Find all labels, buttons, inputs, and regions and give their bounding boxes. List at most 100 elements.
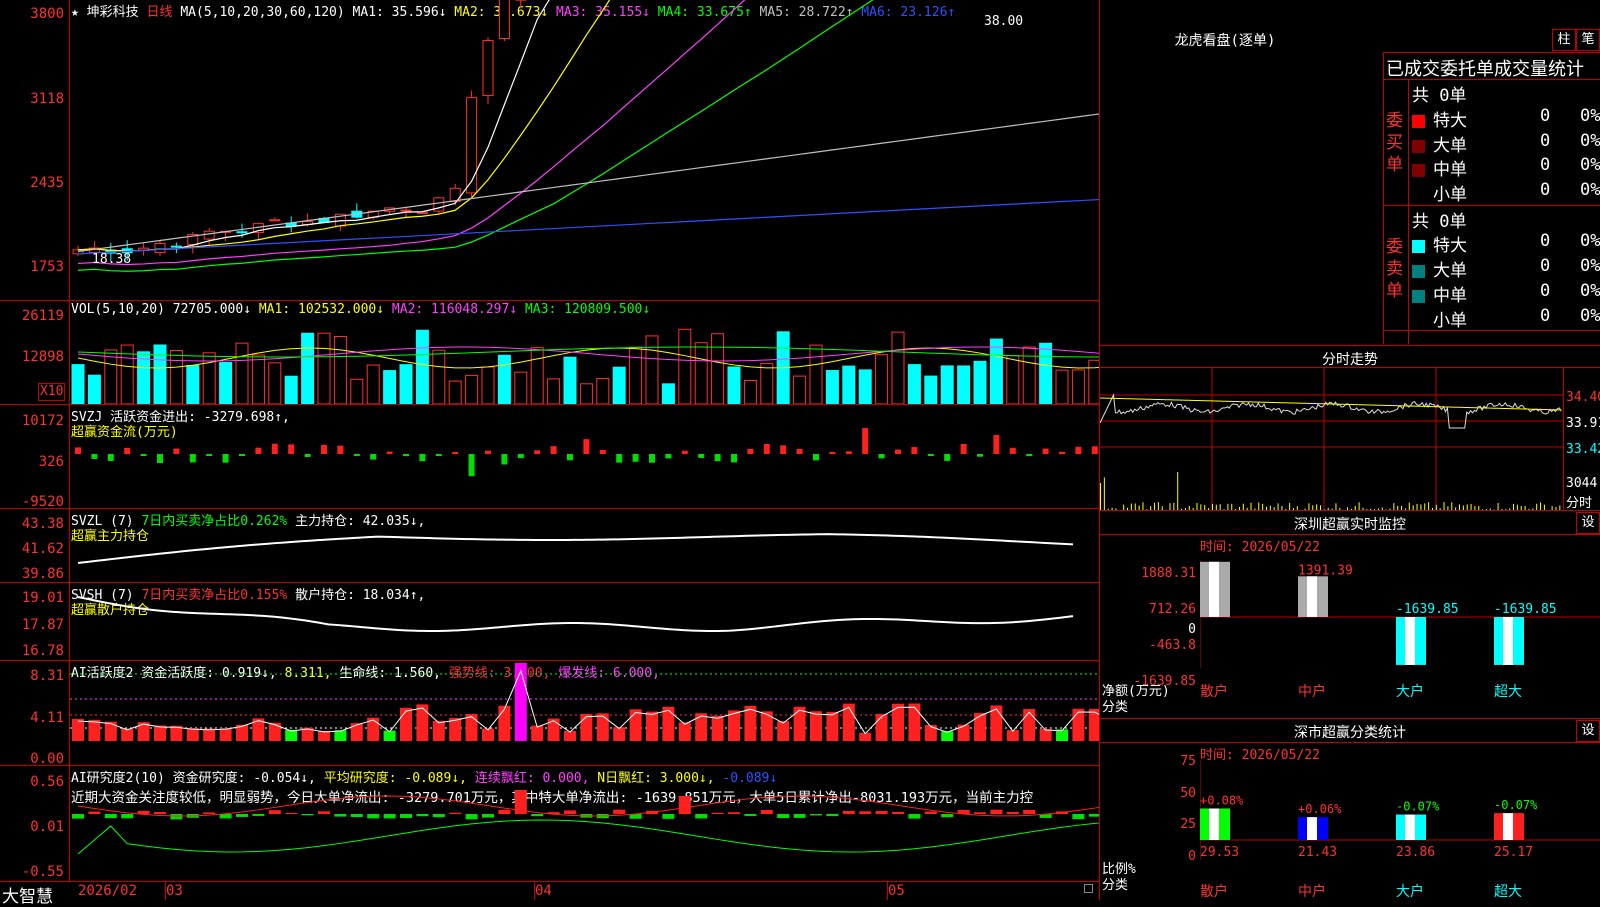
volume-bar xyxy=(679,329,691,404)
intraday-title: 分时走势 xyxy=(1100,349,1600,369)
activity-bar xyxy=(203,729,215,741)
volume-bar xyxy=(236,343,248,404)
intraday-vol-bar xyxy=(1104,477,1105,510)
research-bar xyxy=(220,814,232,818)
lock-icon[interactable] xyxy=(1084,884,1093,893)
volume-bar xyxy=(908,365,920,404)
ai-research-chart[interactable] xyxy=(70,766,1099,881)
settings-button[interactable]: 设 xyxy=(1576,512,1600,534)
flow-bar xyxy=(141,454,147,456)
research-bar xyxy=(285,813,297,814)
activity-bar xyxy=(531,726,543,741)
vol-ma3: MA3: 120809.500↓ xyxy=(525,302,650,317)
intraday-vol-bar xyxy=(1251,503,1252,510)
category-label: 超大 xyxy=(1494,884,1522,900)
flow-bar xyxy=(600,450,606,454)
research-bar xyxy=(351,814,363,817)
flow-bar xyxy=(288,444,294,454)
buy-total: 共 0单 xyxy=(1412,81,1466,106)
svsh-axis-label: 19.01 xyxy=(2,590,64,606)
research-bar xyxy=(892,812,904,814)
flow-bar xyxy=(452,452,458,454)
vol-ma2: MA2: 116048.297↓ xyxy=(392,302,517,317)
intraday-vol-unit: 分时 xyxy=(1566,492,1592,511)
flow-bar xyxy=(813,454,819,460)
sz-class-chart[interactable]: 29.53+0.08%散户21.43+0.06%中户23.86-0.07%大户2… xyxy=(1200,760,1600,900)
volume-bar xyxy=(974,361,986,404)
bar-1 xyxy=(1298,576,1328,617)
settings-button[interactable]: 设 xyxy=(1576,720,1600,742)
bar-value-label: 23.86 xyxy=(1396,845,1435,860)
bar-2 xyxy=(1396,617,1426,665)
flow-bar xyxy=(944,454,950,461)
flow-bar xyxy=(534,450,540,454)
bar-highlight xyxy=(1405,815,1415,840)
svzl-axis-label: 41.62 xyxy=(2,541,64,557)
intraday-price-label: 33.42 xyxy=(1566,442,1600,457)
activity-bar xyxy=(712,716,724,741)
flow-bar xyxy=(190,454,196,462)
bar-value-label: 1391.39 xyxy=(1298,563,1353,578)
intraday-vol-bar xyxy=(1540,503,1541,510)
research-bar xyxy=(859,811,871,814)
sz-axis-label: 0 xyxy=(1100,622,1196,637)
buy-side-label: 委买单 xyxy=(1386,110,1406,176)
flow-bar xyxy=(173,449,179,454)
longhu-tabs[interactable]: 已成交委托单成交量统计 xyxy=(1386,55,1600,81)
volume-bar xyxy=(384,371,396,404)
volume-bar xyxy=(859,370,871,404)
main-holding-line xyxy=(78,534,1073,563)
ai-active-chart[interactable] xyxy=(70,661,1099,765)
activity-bar xyxy=(88,720,100,741)
bar-value-label: 25.17 xyxy=(1494,845,1533,860)
activity-bar xyxy=(597,713,609,741)
bar-2 xyxy=(1396,815,1426,840)
bar-highlight xyxy=(1503,617,1513,665)
sz-monitor-chart[interactable]: 1888.31散户1391.39中户-1639.85大户-1639.85超大 xyxy=(1200,560,1600,710)
ma-line xyxy=(78,0,1099,264)
flow-bar xyxy=(551,446,557,454)
sz-axis-label: -463.8 xyxy=(1100,638,1196,653)
bar-0 xyxy=(1200,809,1230,840)
intraday-chart[interactable] xyxy=(1100,368,1564,510)
sell-row: 小单00% xyxy=(1412,306,1600,330)
ai-research-axis-label: -0.55 xyxy=(2,864,64,880)
change-label: -0.07% xyxy=(1396,800,1440,814)
intraday-vol-bar xyxy=(1335,503,1336,510)
sell-side-label: 委卖单 xyxy=(1386,236,1406,302)
bar-mode-button[interactable]: 柱 xyxy=(1552,29,1576,51)
volume-bar xyxy=(498,355,510,404)
research-bar xyxy=(400,814,412,818)
bar-highlight xyxy=(1209,562,1219,617)
intraday-vol-bar xyxy=(1444,502,1445,510)
svsh-chart[interactable] xyxy=(70,583,1099,660)
volume-bar xyxy=(990,339,1002,404)
bar-3 xyxy=(1494,617,1524,665)
buy-row: 大单00% xyxy=(1412,131,1600,155)
volume-chart[interactable] xyxy=(70,318,1099,404)
intraday-vol-bar xyxy=(1393,503,1394,510)
volume-bar xyxy=(925,376,937,404)
research-bar xyxy=(88,812,100,814)
flow-bar xyxy=(124,448,130,454)
activity-bar xyxy=(613,727,625,741)
research-bar xyxy=(154,812,166,814)
volume-bar xyxy=(334,336,346,404)
flow-bar xyxy=(518,454,524,458)
svzj-chart[interactable] xyxy=(70,405,1099,508)
bar-highlight xyxy=(1209,809,1219,840)
volume-bar xyxy=(351,379,363,404)
flow-bar xyxy=(1026,454,1032,456)
sz-axis-label: 712.26 xyxy=(1100,602,1196,617)
flow-bar xyxy=(469,454,475,476)
vol-header: VOL(5,10,20) 72705.000↓ MA1: 102532.000↓… xyxy=(71,302,650,317)
activity-bar xyxy=(318,731,330,741)
candlestick-chart[interactable] xyxy=(70,0,1099,300)
svzl-chart[interactable] xyxy=(70,509,1099,582)
pen-mode-button[interactable]: 笔 xyxy=(1576,29,1600,51)
activity-bar xyxy=(630,709,642,741)
vol-ma1: MA1: 102532.000↓ xyxy=(259,302,384,317)
ai-active-axis-label: 4.11 xyxy=(2,710,64,726)
activity-bar xyxy=(974,713,986,741)
flow-bar xyxy=(1010,448,1016,454)
